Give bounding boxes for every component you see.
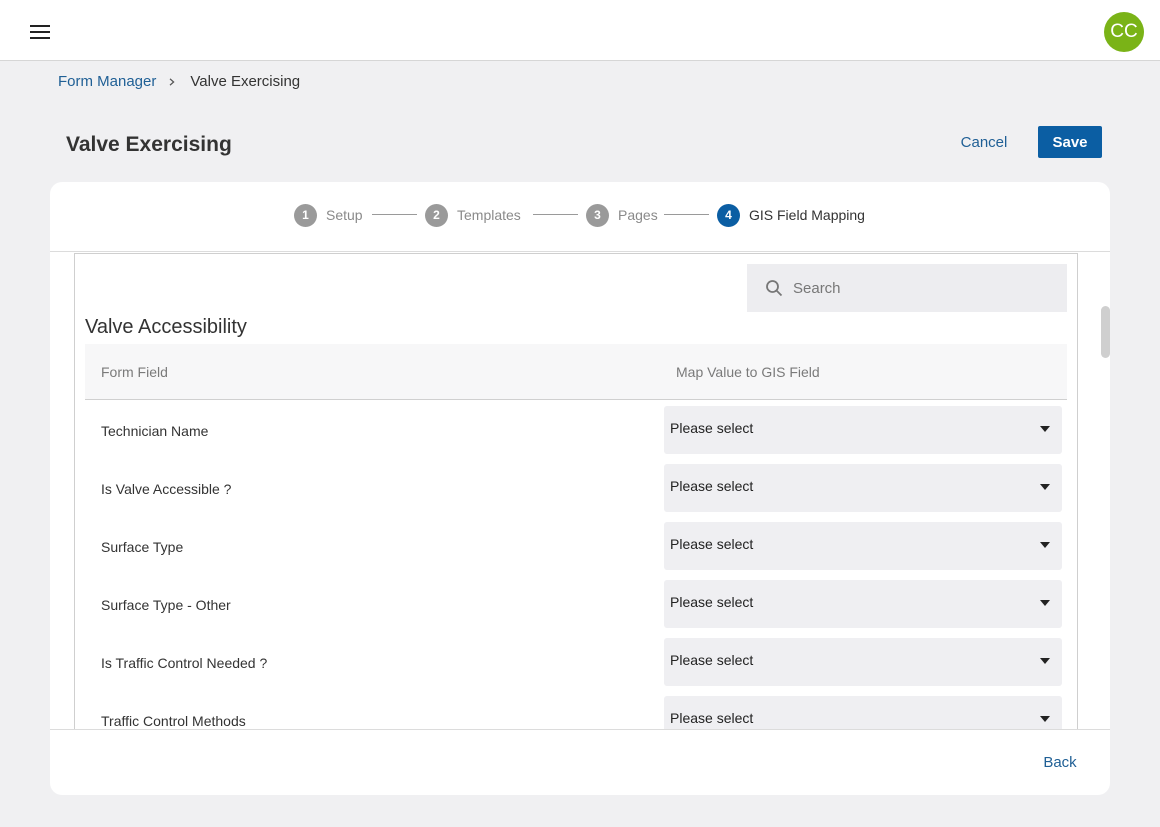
select-value: Please select <box>670 710 754 726</box>
column-header-gis-field: Map Value to GIS Field <box>676 364 820 380</box>
step-setup[interactable]: 1 Setup <box>294 203 363 227</box>
step-number: 1 <box>294 203 317 227</box>
table-header: Form Field Map Value to GIS Field <box>85 344 1067 400</box>
table-row: Is Traffic Control Needed ? Please selec… <box>85 633 1067 691</box>
stepper: 1 Setup 2 Templates 3 Pages 4 GIS Field … <box>50 182 1110 252</box>
section-title: Valve Accessibility <box>85 316 247 338</box>
top-bar: CC <box>0 0 1160 61</box>
caret-down-icon <box>1040 542 1050 548</box>
step-gis-field-mapping[interactable]: 4 GIS Field Mapping <box>717 203 865 227</box>
caret-down-icon <box>1040 426 1050 432</box>
step-label: GIS Field Mapping <box>749 207 865 223</box>
caret-down-icon <box>1040 658 1050 664</box>
form-field-label: Is Valve Accessible ? <box>101 481 232 497</box>
breadcrumb-form-manager-link[interactable]: Form Manager <box>58 73 156 90</box>
table-row: Is Valve Accessible ? Please select <box>85 459 1067 517</box>
gis-field-select[interactable]: Please select <box>664 406 1062 454</box>
select-value: Please select <box>670 420 754 436</box>
step-connector <box>533 214 578 215</box>
caret-down-icon <box>1040 484 1050 490</box>
step-label: Templates <box>457 207 521 223</box>
hamburger-icon[interactable] <box>30 24 50 40</box>
step-label: Setup <box>326 207 363 223</box>
search-box[interactable] <box>747 264 1067 312</box>
step-connector <box>664 214 709 215</box>
step-label: Pages <box>618 207 658 223</box>
search-input[interactable] <box>793 279 1053 297</box>
breadcrumb: Form Manager Valve Exercising <box>58 72 300 90</box>
table-row: Surface Type Please select <box>85 517 1067 575</box>
gis-field-select[interactable]: Please select <box>664 580 1062 628</box>
step-templates[interactable]: 2 Templates <box>425 203 521 227</box>
gis-field-select[interactable]: Please select <box>664 696 1062 729</box>
step-connector <box>372 214 417 215</box>
save-button[interactable]: Save <box>1038 126 1102 158</box>
scrollbar-thumb[interactable] <box>1101 306 1110 358</box>
select-value: Please select <box>670 478 754 494</box>
chevron-right-icon <box>169 78 175 86</box>
step-number: 4 <box>717 203 740 227</box>
table-row: Traffic Control Methods Please select <box>85 691 1067 729</box>
form-field-label: Is Traffic Control Needed ? <box>101 655 268 671</box>
select-value: Please select <box>670 536 754 552</box>
card-footer: Back <box>50 729 1110 795</box>
breadcrumb-current: Valve Exercising <box>190 72 301 90</box>
form-field-label: Surface Type <box>101 539 184 555</box>
step-number: 2 <box>425 203 448 227</box>
mapping-panel: Valve Accessibility Form Field Map Value… <box>74 253 1078 729</box>
page-title: Valve Exercising <box>66 133 232 156</box>
caret-down-icon <box>1040 716 1050 722</box>
column-header-form-field: Form Field <box>101 364 168 380</box>
table-row: Technician Name Please select <box>85 401 1067 459</box>
cancel-button[interactable]: Cancel <box>948 126 1020 158</box>
step-pages[interactable]: 3 Pages <box>586 203 658 227</box>
gis-field-select[interactable]: Please select <box>664 464 1062 512</box>
form-field-label: Traffic Control Methods <box>101 713 246 729</box>
select-value: Please select <box>670 652 754 668</box>
back-button[interactable]: Back <box>1036 750 1084 774</box>
gis-field-select[interactable]: Please select <box>664 638 1062 686</box>
form-field-label: Technician Name <box>101 423 209 439</box>
avatar[interactable]: CC <box>1104 12 1144 52</box>
step-number: 3 <box>586 203 609 227</box>
form-field-label: Surface Type - Other <box>101 597 231 613</box>
select-value: Please select <box>670 594 754 610</box>
form-card: 1 Setup 2 Templates 3 Pages 4 GIS Field … <box>50 182 1110 795</box>
gis-field-select[interactable]: Please select <box>664 522 1062 570</box>
table-row: Surface Type - Other Please select <box>85 575 1067 633</box>
search-icon <box>766 280 783 297</box>
caret-down-icon <box>1040 600 1050 606</box>
